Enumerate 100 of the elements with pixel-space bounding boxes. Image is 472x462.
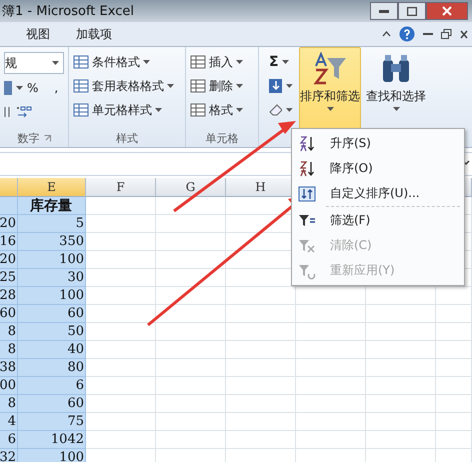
table-cell: 28 — [0, 287, 18, 305]
table-cell — [296, 305, 366, 323]
number-format-dropdown[interactable]: 规 — [4, 52, 64, 74]
table-cell: 20 — [0, 251, 18, 269]
table-cell — [226, 413, 296, 431]
table-cell — [86, 197, 156, 215]
eraser-icon[interactable] — [269, 104, 282, 116]
caret-icon — [326, 107, 334, 111]
table-cell — [156, 269, 226, 287]
table-cell — [86, 377, 156, 395]
table-cell: 5 — [18, 215, 86, 233]
custom-sort-icon — [298, 184, 316, 202]
close-icon[interactable] — [460, 30, 468, 38]
caret-icon — [167, 84, 174, 88]
table-cell — [86, 431, 156, 449]
table-cell — [86, 341, 156, 359]
window-title: 簿1 - Microsoft Excel — [2, 3, 134, 20]
table-cell: 8 — [0, 341, 18, 359]
collapse-ribbon-icon[interactable] — [382, 31, 391, 37]
table-cell: 1042 — [18, 431, 86, 449]
sort-filter-icon — [313, 52, 347, 86]
table-cell — [156, 233, 226, 251]
table-cell — [436, 359, 472, 377]
style-button[interactable]: 单元格样式 — [73, 100, 181, 120]
table-cell: 4 — [0, 413, 18, 431]
table-cell: 100 — [18, 251, 86, 269]
table-cell: 库存量 — [18, 197, 86, 215]
increase-decimal-icon[interactable] — [14, 105, 32, 119]
caret-icon — [236, 84, 243, 88]
table-cell: 60 — [0, 305, 18, 323]
table-cell — [156, 251, 226, 269]
table-cell — [156, 359, 226, 377]
table-cell — [296, 323, 366, 341]
column-header[interactable]: G — [156, 178, 226, 197]
style-button[interactable]: 套用表格格式 — [73, 76, 181, 96]
menu-item[interactable]: 降序(O) — [292, 156, 464, 181]
table-cell — [86, 305, 156, 323]
table-cell: 16 — [0, 233, 18, 251]
group-label: 样式 — [116, 130, 138, 146]
column-header[interactable]: F — [86, 178, 156, 197]
menu-item[interactable]: 筛选(F) — [292, 208, 464, 233]
close-button[interactable] — [426, 2, 468, 20]
table-style-icon — [73, 54, 89, 70]
table-cell — [366, 305, 436, 323]
comma-button[interactable]: , — [54, 78, 58, 98]
ribbon-tab[interactable]: 视图 — [26, 26, 50, 42]
table-cell — [86, 215, 156, 233]
table-cell — [156, 431, 226, 449]
decrease-decimal-icon[interactable] — [4, 105, 10, 119]
table-cell: 75 — [18, 413, 86, 431]
autosum-button[interactable]: Σ — [269, 52, 293, 72]
table-cell: 20 — [0, 215, 18, 233]
table-cell — [156, 323, 226, 341]
table-cell — [436, 305, 472, 323]
table-cell: 100 — [18, 287, 86, 305]
table-cell — [226, 323, 296, 341]
minimize-icon[interactable] — [423, 32, 433, 36]
table-cell — [296, 431, 366, 449]
table-cell: 50 — [18, 323, 86, 341]
table-cell — [156, 197, 226, 215]
table-cell — [86, 233, 156, 251]
table-cell — [0, 197, 18, 215]
minimize-icon — [379, 10, 389, 12]
table-cell — [226, 305, 296, 323]
maximize-icon — [407, 6, 417, 16]
table-cell — [86, 395, 156, 413]
caret-icon — [286, 84, 293, 88]
table-cell — [156, 287, 226, 305]
column-header[interactable]: E — [18, 178, 86, 197]
table-cell — [86, 323, 156, 341]
cells-button[interactable]: 插入 — [190, 52, 254, 72]
help-icon[interactable] — [399, 26, 415, 42]
table-cell: 38 — [0, 359, 18, 377]
table-cell — [366, 431, 436, 449]
sort-descending-icon — [298, 160, 316, 178]
table-cell — [366, 395, 436, 413]
dialog-launcher-icon[interactable] — [44, 134, 50, 142]
table-cell — [156, 305, 226, 323]
table-cell — [86, 269, 156, 287]
ribbon-tab[interactable]: 加载项 — [76, 26, 112, 42]
fill-icon[interactable] — [269, 79, 282, 93]
table-cell — [296, 341, 366, 359]
restore-icon[interactable] — [441, 29, 452, 39]
table-cell — [436, 341, 472, 359]
cells-button[interactable]: 格式 — [190, 100, 254, 120]
cells-icon — [190, 54, 206, 70]
style-button[interactable]: 条件格式 — [73, 52, 181, 72]
table-cell — [86, 287, 156, 305]
cells-icon — [190, 102, 206, 118]
table-cell: 40 — [18, 341, 86, 359]
minimize-button[interactable] — [370, 2, 398, 20]
table-cell — [226, 359, 296, 377]
caret-icon — [236, 60, 243, 64]
table-cell: 350 — [18, 233, 86, 251]
sort-ascending-icon — [298, 134, 316, 152]
table-cell — [436, 377, 472, 395]
maximize-button[interactable] — [398, 2, 426, 20]
cells-button[interactable]: 删除 — [190, 76, 254, 96]
table-cell — [156, 377, 226, 395]
percent-button[interactable]: % — [27, 78, 38, 98]
